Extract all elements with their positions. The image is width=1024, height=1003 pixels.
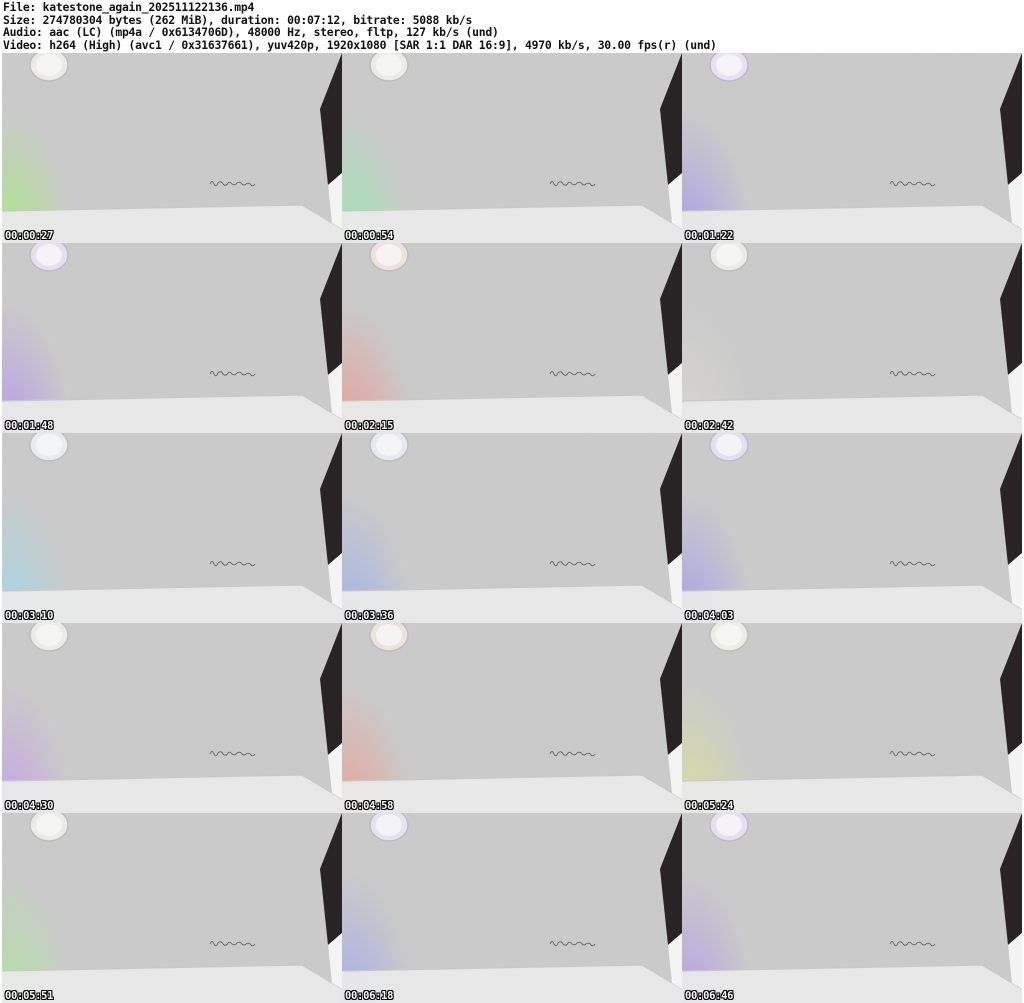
video-thumbnail: 00:02:42	[682, 243, 1022, 433]
video-frame	[2, 623, 342, 813]
ceiling-light-cover	[376, 54, 402, 76]
contact-sheet: File: katestone_again_202511122136.mp4 S…	[0, 0, 1024, 1003]
thumbnail-timestamp: 00:00:54	[345, 230, 394, 242]
thumbnail-timestamp: 00:06:18	[345, 990, 394, 1002]
video-frame	[682, 243, 1022, 433]
thumbnail-timestamp: 00:03:36	[345, 610, 394, 622]
video-frame	[2, 243, 342, 433]
video-stream-line: Video: h264 (High) (avc1 / 0x31637661), …	[3, 37, 717, 52]
ceiling-light-cover	[376, 624, 402, 646]
file-name-line: File: katestone_again_202511122136.mp4	[3, 0, 255, 14]
thumbnail-grid: 00:00:27 00:00:54 00:01:22 00:01:48 00:02:15…	[2, 53, 1022, 1003]
video-thumbnail: 00:05:24	[682, 623, 1022, 813]
video-thumbnail: 00:00:54	[342, 53, 682, 243]
video-frame	[2, 433, 342, 623]
thumbnail-timestamp: 00:05:51	[5, 990, 54, 1002]
thumbnail-timestamp: 00:01:22	[685, 230, 734, 242]
thumbnail-timestamp: 00:04:58	[345, 800, 394, 812]
video-frame	[342, 433, 682, 623]
thumbnail-timestamp: 00:01:48	[5, 420, 54, 432]
ceiling-light-cover	[36, 244, 62, 266]
ceiling-light-cover	[716, 54, 742, 76]
thumbnail-timestamp: 00:05:24	[685, 800, 734, 812]
video-thumbnail: 00:06:46	[682, 813, 1022, 1003]
video-frame	[342, 813, 682, 1003]
ceiling-light-cover	[716, 814, 742, 836]
video-frame	[342, 623, 682, 813]
video-frame	[682, 623, 1022, 813]
thumbnail-timestamp: 00:02:42	[685, 420, 734, 432]
video-frame	[682, 53, 1022, 243]
video-thumbnail: 00:06:18	[342, 813, 682, 1003]
audio-stream-line: Audio: aac (LC) (mp4a / 0x6134706D), 480…	[3, 25, 499, 39]
video-frame	[342, 53, 682, 243]
ceiling-light-cover	[36, 624, 62, 646]
ceiling-light-cover	[36, 814, 62, 836]
video-thumbnail: 00:03:10	[2, 433, 342, 623]
thumbnail-timestamp: 00:04:30	[5, 800, 54, 812]
video-thumbnail: 00:01:22	[682, 53, 1022, 243]
video-thumbnail: 00:04:30	[2, 623, 342, 813]
video-thumbnail: 00:04:03	[682, 433, 1022, 623]
video-thumbnail: 00:05:51	[2, 813, 342, 1003]
ceiling-light-cover	[376, 814, 402, 836]
ceiling-light-cover	[376, 434, 402, 456]
ceiling-light-cover	[36, 434, 62, 456]
ceiling-light-cover	[716, 244, 742, 266]
thumbnail-timestamp: 00:04:03	[685, 610, 734, 622]
video-thumbnail: 00:01:48	[2, 243, 342, 433]
video-thumbnail: 00:04:58	[342, 623, 682, 813]
video-frame	[342, 243, 682, 433]
video-thumbnail: 00:02:15	[342, 243, 682, 433]
thumbnail-timestamp: 00:03:10	[5, 610, 54, 622]
ceiling-light-cover	[36, 54, 62, 76]
ceiling-light-cover	[716, 624, 742, 646]
ceiling-light-cover	[376, 244, 402, 266]
video-thumbnail: 00:00:27	[2, 53, 342, 243]
thumbnail-timestamp: 00:06:46	[685, 990, 734, 1002]
thumbnail-timestamp: 00:02:15	[345, 420, 394, 432]
video-thumbnail: 00:03:36	[342, 433, 682, 623]
video-frame	[682, 813, 1022, 1003]
video-frame	[2, 53, 342, 243]
video-frame	[2, 813, 342, 1003]
video-frame	[682, 433, 1022, 623]
file-info-header: File: katestone_again_202511122136.mp4 S…	[3, 1, 1021, 51]
thumbnail-timestamp: 00:00:27	[5, 230, 54, 242]
ceiling-light-cover	[716, 434, 742, 456]
